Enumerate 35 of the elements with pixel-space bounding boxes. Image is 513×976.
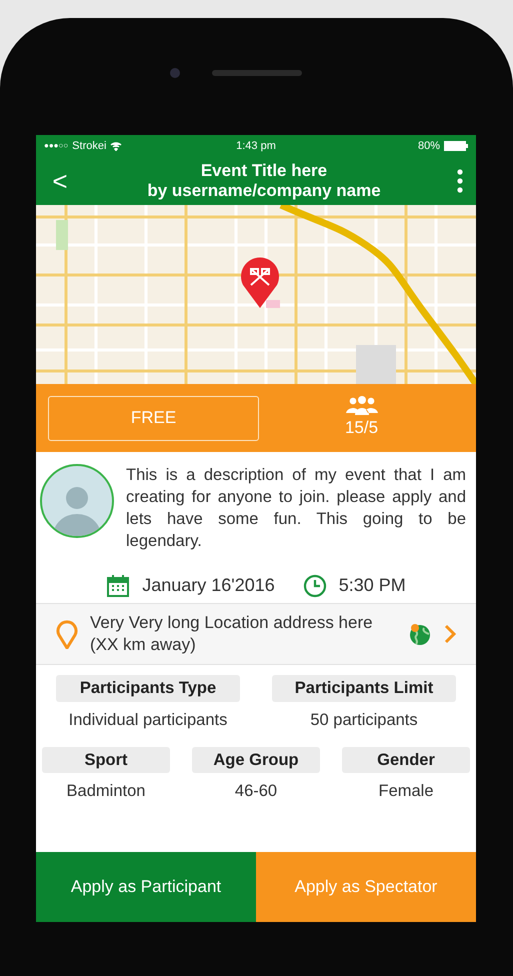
wifi-icon xyxy=(110,142,122,150)
apply-button[interactable]: Apply as Participant xyxy=(36,852,256,922)
event-date: January 16'2016 xyxy=(142,574,275,597)
detail-value: Badminton xyxy=(66,781,146,802)
status-time: 1:43 pm xyxy=(235,138,277,154)
battery-percent: 80% xyxy=(418,138,440,154)
event-organizer: by username/company name xyxy=(147,181,381,201)
detail-label: Participants Type xyxy=(56,675,240,702)
globe-icon[interactable] xyxy=(408,622,432,646)
participants-count: 15/5 xyxy=(344,417,378,440)
event-description: This is a description of my event that I am creating for anyone to join. please apply and lets have some fun. This going to be legendary. xyxy=(126,465,467,552)
detail-label: Sport xyxy=(42,746,170,774)
event-time: 5:30 PM xyxy=(338,574,406,597)
detail-value: Individual participants xyxy=(68,710,228,731)
calendar-icon xyxy=(106,574,130,598)
detail-label: Gender xyxy=(342,746,470,774)
detail-value: 46-60 xyxy=(234,781,278,802)
signal-dots: ●●●○○ xyxy=(44,140,68,152)
detail-label: Age Group xyxy=(192,746,320,774)
detail-label: Participants Limit xyxy=(272,675,456,702)
location-pin-icon xyxy=(56,619,78,649)
detail-value: Female xyxy=(378,781,434,802)
battery-icon xyxy=(444,141,468,151)
clock-icon xyxy=(302,574,327,598)
camera-icon xyxy=(170,68,180,78)
map-pin-icon xyxy=(239,255,281,309)
event-title: Event Title here xyxy=(200,161,328,181)
location-row[interactable]: Very Very long Location address here (XX km away) xyxy=(36,603,476,665)
group-icon xyxy=(346,395,378,416)
back-button[interactable]: < xyxy=(48,168,72,194)
location-address: Very Very long Location address here (XX km away) xyxy=(90,612,374,656)
carrier-name: Strokei xyxy=(72,138,106,154)
chevron-right-icon[interactable] xyxy=(444,624,456,644)
detail-value: 50 participants xyxy=(310,710,418,731)
more-menu-icon[interactable] xyxy=(456,169,464,193)
